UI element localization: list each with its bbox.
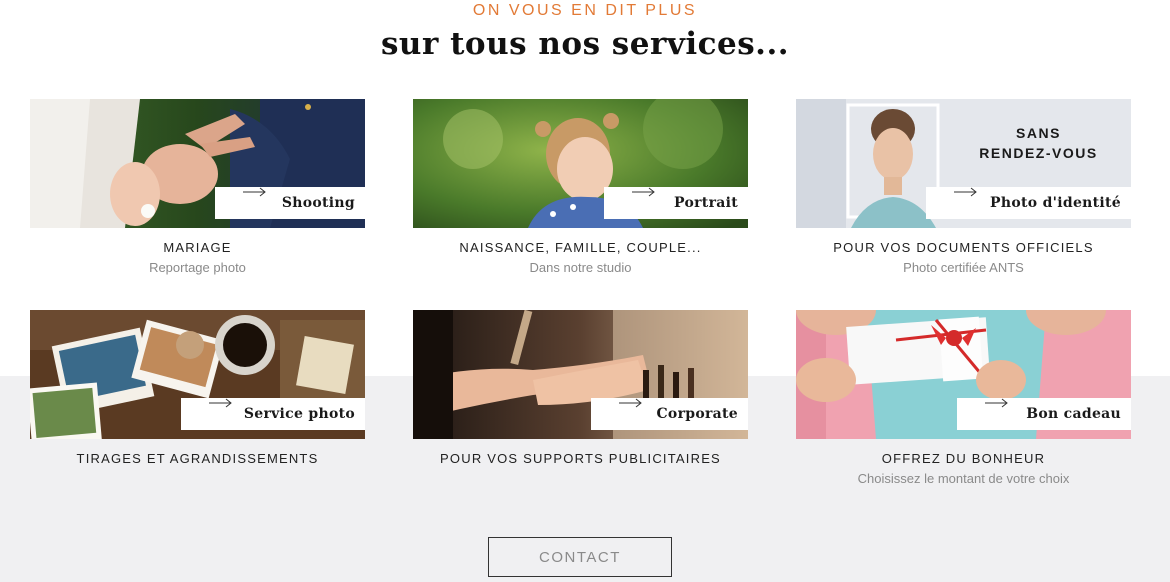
service-heading: OFFREZ DU BONHEUR (881, 451, 1046, 466)
makeup-artist-photo[interactable]: Corporate (413, 310, 748, 439)
service-card-service-photo[interactable]: Service photo TIRAGES ET AGRANDISSEMENTS (30, 310, 365, 466)
service-tag[interactable]: Corporate (591, 398, 748, 430)
service-card-mariage[interactable]: Shooting MARIAGE Reportage photo (30, 99, 365, 275)
service-tag-label: Bon cadeau (1026, 406, 1121, 422)
section-title: sur tous nos services... (380, 26, 790, 62)
service-heading: POUR VOS SUPPORTS PUBLICITAIRES (440, 451, 721, 466)
service-heading: NAISSANCE, FAMILLE, COUPLE... (459, 240, 702, 255)
arrow-right-icon (954, 187, 977, 197)
prints-photo[interactable]: Service photo (30, 310, 365, 439)
arrow-right-icon (619, 398, 642, 408)
overlay-line: RENDEZ-VOUS (979, 145, 1098, 161)
wedding-photo[interactable]: Shooting (30, 99, 365, 228)
service-card-bon-cadeau[interactable]: Bon cadeau OFFREZ DU BONHEUR Choisissez … (796, 310, 1131, 486)
section-eyebrow: ON VOUS EN DIT PLUS (472, 2, 698, 19)
service-heading: MARIAGE (163, 240, 232, 255)
service-heading: POUR VOS DOCUMENTS OFFICIELS (833, 240, 1094, 255)
arrow-right-icon (632, 187, 655, 197)
arrow-right-icon (243, 187, 266, 197)
gift-voucher-photo[interactable]: Bon cadeau (796, 310, 1131, 439)
service-tag[interactable]: Portrait (604, 187, 748, 219)
service-tag-label: Corporate (656, 406, 738, 422)
service-card-corporate[interactable]: Corporate POUR VOS SUPPORTS PUBLICITAIRE… (413, 310, 748, 466)
id-photo-image[interactable]: SANS RENDEZ-VOUS Photo d'identité (796, 99, 1131, 228)
service-tag-label: Service photo (243, 406, 355, 422)
service-tag[interactable]: Service photo (181, 398, 365, 430)
service-card-portrait[interactable]: Portrait NAISSANCE, FAMILLE, COUPLE... D… (413, 99, 748, 275)
no-appointment-overlay: SANS RENDEZ-VOUS (946, 123, 1131, 163)
service-subtitle: Dans notre studio (529, 260, 632, 275)
service-tag-label: Photo d'identité (990, 195, 1121, 211)
overlay-line: SANS (1016, 125, 1061, 141)
service-card-identite[interactable]: SANS RENDEZ-VOUS Photo d'identité POUR V… (796, 99, 1131, 275)
contact-button[interactable]: CONTACT (488, 537, 672, 577)
service-tag-label: Shooting (281, 195, 355, 211)
service-subtitle: Reportage photo (149, 260, 246, 275)
child-portrait-photo[interactable]: Portrait (413, 99, 748, 228)
service-subtitle: Photo certifiée ANTS (903, 260, 1024, 275)
service-tag[interactable]: Photo d'identité (926, 187, 1131, 219)
service-heading: TIRAGES ET AGRANDISSEMENTS (76, 451, 319, 466)
arrow-right-icon (209, 398, 232, 408)
service-tag-label: Portrait (674, 195, 738, 211)
service-subtitle: Choisissez le montant de votre choix (857, 471, 1070, 486)
service-tag[interactable]: Shooting (215, 187, 365, 219)
service-tag[interactable]: Bon cadeau (957, 398, 1131, 430)
arrow-right-icon (985, 398, 1008, 408)
